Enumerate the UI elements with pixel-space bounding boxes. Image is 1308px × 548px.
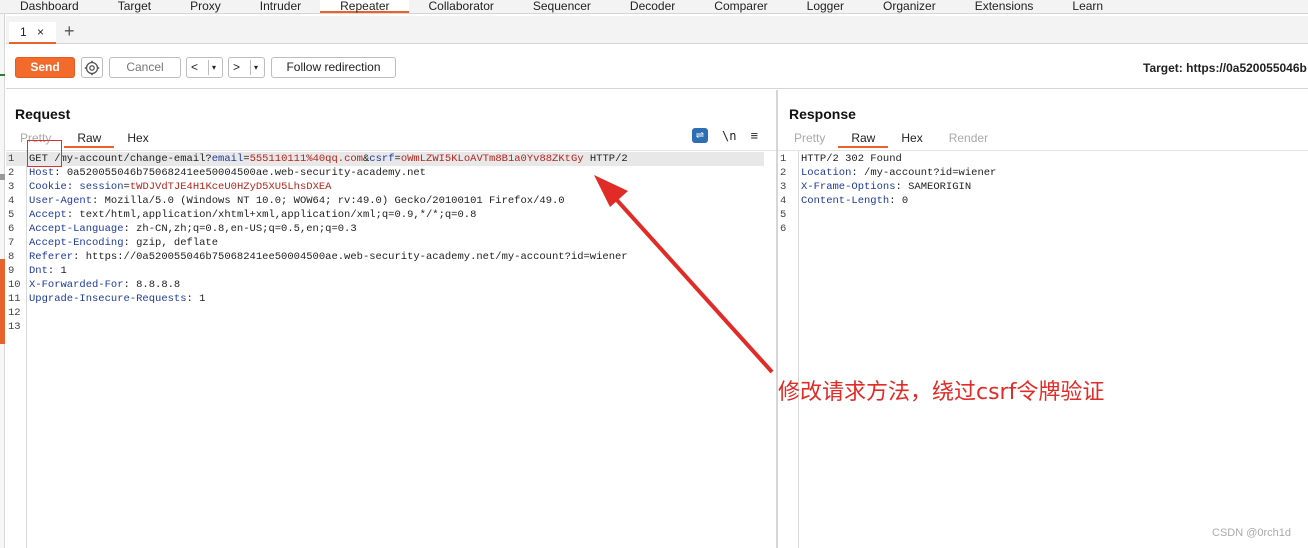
watermark: CSDN @0rch1d xyxy=(1212,527,1292,539)
annotation-text: 修改请求方法，绕过csrf令牌验证 xyxy=(778,380,1105,405)
annotation-arrow xyxy=(594,175,774,374)
